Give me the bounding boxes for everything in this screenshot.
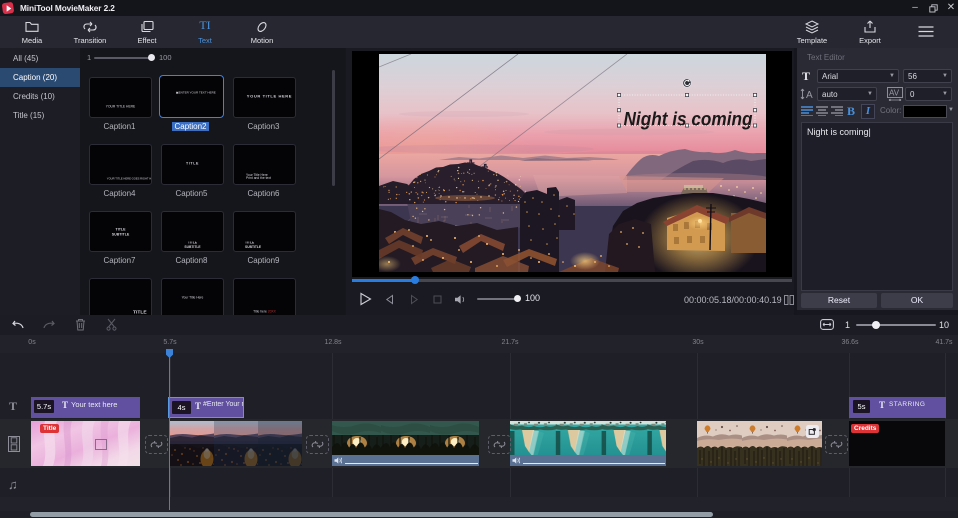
svg-text:AV: AV <box>889 89 900 98</box>
svg-text:A: A <box>806 90 813 101</box>
